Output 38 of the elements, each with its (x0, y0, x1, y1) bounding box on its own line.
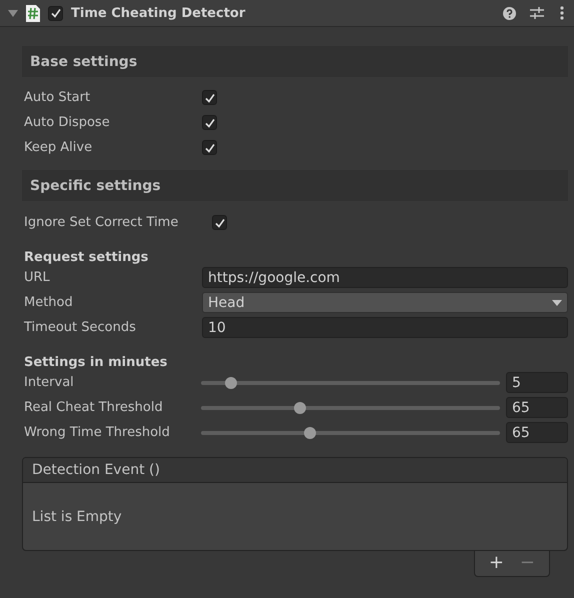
slider-thumb[interactable] (304, 426, 316, 438)
foldout-icon[interactable] (8, 8, 18, 18)
checkbox[interactable] (202, 90, 217, 105)
section-header: Specific settings (22, 170, 568, 201)
field-label: Keep Alive (23, 140, 94, 155)
empty-list-text: List is Empty (32, 508, 122, 524)
input-field[interactable]: https://google.com (202, 267, 568, 288)
field-label: Real Cheat Threshold (23, 400, 164, 415)
component-title: Time Cheating Detector (71, 6, 246, 20)
field-label: Auto Dispose (23, 115, 111, 130)
event-title: Detection Event () (23, 458, 567, 483)
number-field[interactable]: 5 (506, 372, 568, 393)
enabled-checkbox[interactable] (48, 6, 63, 20)
sliders-icon[interactable] (530, 6, 544, 20)
number-field[interactable]: 65 (506, 397, 568, 418)
more-icon[interactable] (560, 6, 564, 20)
checkbox[interactable] (212, 215, 227, 230)
field-label: Ignore Set Correct Time (23, 215, 180, 230)
checkbox[interactable] (202, 140, 217, 155)
field-label: URL (23, 270, 51, 285)
checkbox[interactable] (202, 115, 217, 130)
method-dropdown[interactable]: Head (202, 292, 568, 313)
field-label: Timeout Seconds (23, 320, 137, 335)
group-heading: Settings in minutes (23, 354, 168, 370)
script-icon (26, 4, 40, 22)
number-field[interactable]: 65 (506, 422, 568, 443)
help-icon[interactable] (503, 6, 516, 20)
caret-icon (552, 300, 562, 306)
input-field[interactable]: 10 (202, 317, 568, 338)
group-heading: Request settings (23, 249, 150, 265)
field-label: Interval (23, 375, 75, 390)
field-label: Method (23, 295, 74, 310)
slider-thumb[interactable] (225, 376, 238, 388)
field-label: Auto Start (23, 90, 92, 105)
slider-thumb[interactable] (294, 402, 306, 414)
section-header: Base settings (22, 46, 568, 77)
field-label: Wrong Time Threshold (23, 425, 171, 440)
add-button[interactable]: + (484, 552, 508, 573)
